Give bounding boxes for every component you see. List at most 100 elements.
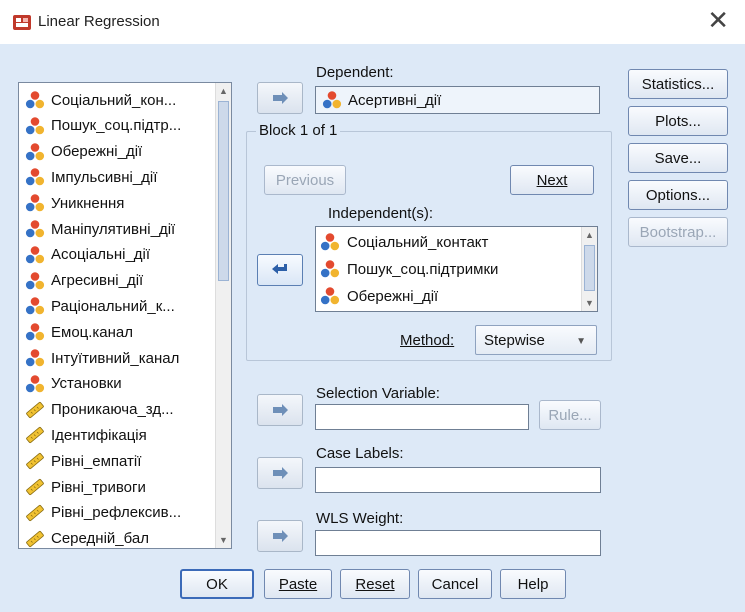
list-item[interactable]: Середній_бал xyxy=(19,526,215,548)
bootstrap-button[interactable]: Bootstrap... xyxy=(628,217,728,247)
move-to-case-labels-button[interactable] xyxy=(257,457,303,489)
nominal-icon xyxy=(25,91,45,109)
linear-regression-dialog: Linear Regression ✕ Середній_бал Рівні_ре… xyxy=(0,0,745,612)
list-item[interactable]: Ідентифікація xyxy=(19,422,215,448)
list-item[interactable]: Раціональний_к... xyxy=(19,293,215,319)
nominal-icon xyxy=(25,245,45,264)
scroll-thumb[interactable] xyxy=(218,101,229,281)
chevron-down-icon: ▼ xyxy=(576,336,586,347)
nominal-icon xyxy=(25,297,45,315)
close-icon[interactable]: ✕ xyxy=(707,6,729,36)
independent-variable-label: Пошук_соц.підтримки xyxy=(347,260,499,278)
variable-label: Асоціальні_дії xyxy=(51,246,151,264)
nominal-icon xyxy=(25,349,45,367)
list-item[interactable]: Пошук_соц.підтр... xyxy=(19,113,215,139)
next-button[interactable]: Next xyxy=(510,165,594,195)
variable-label: Середній_бал xyxy=(51,530,149,548)
scale-icon xyxy=(25,478,45,496)
list-item[interactable]: Емоц.канал xyxy=(19,319,215,345)
dependent-label: Dependent: xyxy=(316,64,394,81)
variable-label: Раціональний_к... xyxy=(51,297,175,315)
move-to-wls-weight-button[interactable] xyxy=(257,520,303,552)
method-select[interactable]: Stepwise ▼ xyxy=(475,325,597,355)
move-to-independent-button[interactable] xyxy=(257,254,303,286)
plots-button[interactable]: Plots... xyxy=(628,106,728,136)
spss-app-icon xyxy=(13,15,31,30)
save-button[interactable]: Save... xyxy=(628,143,728,173)
independent-variable-label: Соціальний_контакт xyxy=(347,233,489,251)
case-labels-field[interactable] xyxy=(315,467,601,493)
list-item[interactable]: Уникнення xyxy=(19,190,215,216)
case-labels-label: Case Labels: xyxy=(316,445,404,462)
wls-weight-field[interactable] xyxy=(315,530,601,556)
independent-list-scrollbar[interactable]: ▲ ▼ xyxy=(581,227,597,311)
nominal-icon xyxy=(25,116,45,135)
right-arrow-icon xyxy=(273,467,288,479)
nominal-icon xyxy=(320,287,340,305)
list-item[interactable]: Установки xyxy=(19,371,215,397)
scale-icon xyxy=(25,401,45,419)
scroll-up-icon[interactable]: ▲ xyxy=(216,83,231,99)
right-arrow-icon xyxy=(273,530,288,542)
variable-label: Інтуїтивний_канал xyxy=(51,349,180,367)
reset-button[interactable]: Reset xyxy=(340,569,410,599)
title-bar: Linear Regression ✕ xyxy=(0,0,745,44)
list-item[interactable]: Маніпулятивні_дії xyxy=(19,216,215,242)
move-to-selection-button[interactable] xyxy=(257,394,303,426)
list-item[interactable]: Імпульсивні_дії xyxy=(19,164,215,190)
variable-label: Соціальний_кон... xyxy=(51,91,177,109)
list-item[interactable]: Соціальний_кон... xyxy=(19,87,215,113)
nominal-icon xyxy=(25,194,45,212)
independent-list[interactable]: Обережні_дії Пошук_соц.підтримки Соціальни… xyxy=(315,226,598,312)
list-item[interactable]: Обережні_дії xyxy=(19,139,215,165)
scroll-down-icon[interactable]: ▼ xyxy=(582,295,597,311)
help-button[interactable]: Help xyxy=(500,569,566,599)
variable-label: Рівні_рефлексив... xyxy=(51,504,182,522)
paste-button[interactable]: Paste xyxy=(264,569,332,599)
block-label: Block 1 of 1 xyxy=(256,122,341,139)
selection-variable-field[interactable] xyxy=(315,404,529,430)
scale-icon xyxy=(25,452,45,470)
list-item[interactable]: Пошук_соц.підтримки xyxy=(320,256,498,282)
nominal-icon xyxy=(25,168,45,186)
nominal-icon xyxy=(322,91,342,109)
rule-button[interactable]: Rule... xyxy=(539,400,601,430)
list-item[interactable]: Асоціальні_дії xyxy=(19,242,215,268)
scroll-down-icon[interactable]: ▼ xyxy=(216,532,231,548)
scroll-thumb[interactable] xyxy=(584,245,595,291)
list-item[interactable]: Обережні_дії xyxy=(320,283,438,309)
variable-label: Емоц.канал xyxy=(51,323,134,341)
nominal-icon xyxy=(320,260,340,278)
left-arrow-icon xyxy=(272,264,287,274)
scroll-up-icon[interactable]: ▲ xyxy=(582,227,597,243)
statistics-button[interactable]: Statistics... xyxy=(628,69,728,99)
list-item[interactable]: Агресивні_дії xyxy=(19,268,215,294)
list-item[interactable]: Рівні_рефлексив... xyxy=(19,500,215,526)
list-item[interactable]: Рівні_емпатії xyxy=(19,448,215,474)
variable-label: Уникнення xyxy=(51,194,125,212)
options-button[interactable]: Options... xyxy=(628,180,728,210)
move-to-dependent-button[interactable] xyxy=(257,82,303,114)
nominal-icon xyxy=(25,142,45,160)
variable-label: Агресивні_дії xyxy=(51,272,144,290)
ok-button[interactable]: OK xyxy=(180,569,254,599)
variable-list-scrollbar[interactable]: ▲ ▼ xyxy=(215,83,231,548)
variable-label: Пошук_соц.підтр... xyxy=(51,117,182,135)
variable-label: Рівні_тривоги xyxy=(51,478,146,496)
dependent-field[interactable]: Асертивні_дії xyxy=(315,86,600,114)
nominal-icon xyxy=(25,374,45,393)
previous-button[interactable]: Previous xyxy=(264,165,346,195)
list-item[interactable]: Рівні_тривоги xyxy=(19,474,215,500)
wls-weight-label: WLS Weight: xyxy=(316,510,404,527)
variable-label: Установки xyxy=(51,375,122,393)
nominal-icon xyxy=(25,220,45,238)
list-item[interactable]: Інтуїтивний_канал xyxy=(19,345,215,371)
scale-icon xyxy=(25,426,45,444)
nominal-icon xyxy=(320,233,340,251)
list-item[interactable]: Проникаюча_зд... xyxy=(19,397,215,423)
method-label: Method: xyxy=(400,332,455,349)
list-item[interactable]: Соціальний_контакт xyxy=(320,229,488,255)
cancel-button[interactable]: Cancel xyxy=(418,569,492,599)
variable-list[interactable]: Середній_бал Рівні_рефлексив... Рівні_трив… xyxy=(18,82,232,549)
variable-label: Імпульсивні_дії xyxy=(51,168,158,186)
